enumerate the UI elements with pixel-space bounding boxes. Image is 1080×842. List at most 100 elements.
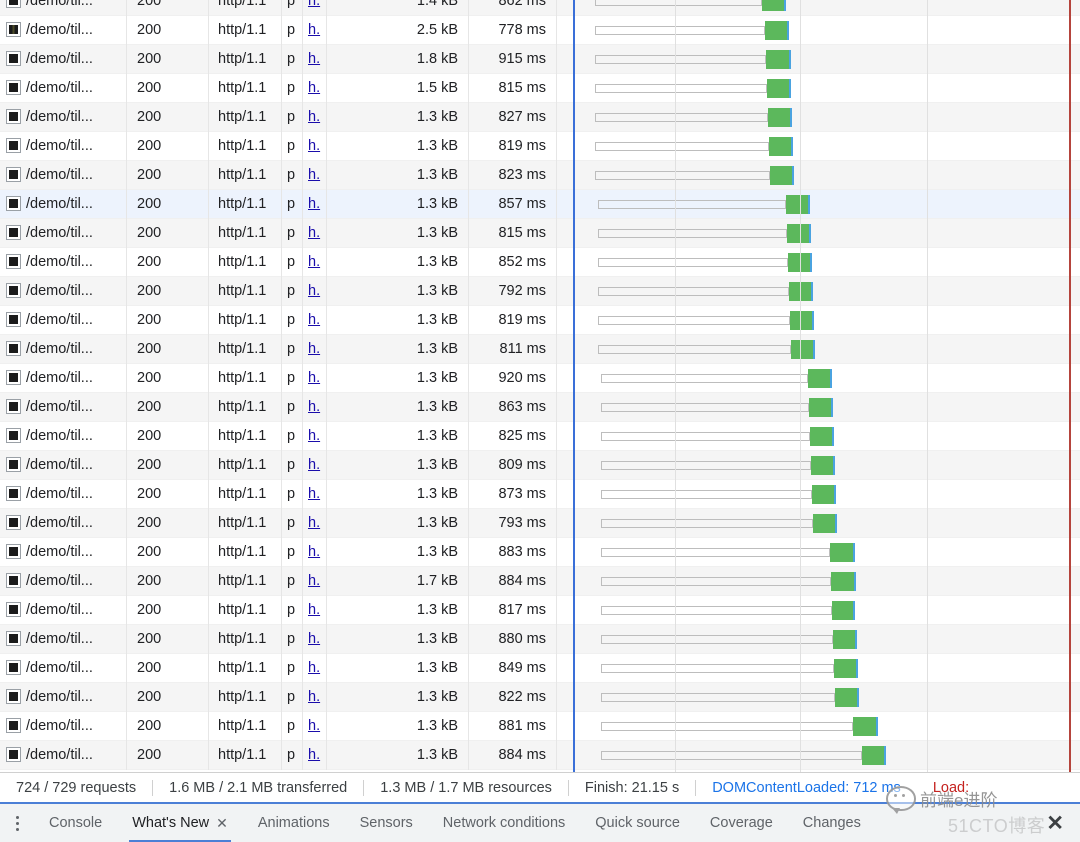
request-initiator-cell[interactable]: h. [302,422,326,451]
tab-close-icon[interactable]: ✕ [216,816,228,830]
drawer-tab-sensors[interactable]: Sensors [345,804,428,842]
initiator-link[interactable]: h. [308,138,320,154]
initiator-link[interactable]: h. [308,80,320,96]
request-name-cell[interactable]: /demo/til... [0,567,126,596]
table-row[interactable]: /demo/til... 200 http/1.1 p h. 1.3 kB 881 ms [0,712,1080,741]
initiator-link[interactable]: h. [308,573,320,589]
initiator-link[interactable]: h. [308,631,320,647]
initiator-link[interactable]: h. [308,312,320,328]
table-row[interactable]: /demo/til... 200 http/1.1 p h. 1.3 kB 873 ms [0,480,1080,509]
initiator-link[interactable]: h. [308,51,320,67]
drawer-tab-console[interactable]: Console [34,804,117,842]
network-request-table[interactable]: /demo/til... 200 http/1.1 p h. 1.4 kB 862 ms/d… [0,0,1080,772]
table-row[interactable]: /demo/til... 200 http/1.1 p h. 1.3 kB 819 ms [0,132,1080,161]
table-row[interactable]: /demo/til... 200 http/1.1 p h. 1.8 kB 915 ms [0,45,1080,74]
request-name-cell[interactable]: /demo/til... [0,422,126,451]
initiator-link[interactable]: h. [308,660,320,676]
request-initiator-cell[interactable]: h. [302,683,326,712]
request-initiator-cell[interactable]: h. [302,335,326,364]
initiator-link[interactable]: h. [308,457,320,473]
request-name-cell[interactable]: /demo/til... [0,393,126,422]
request-initiator-cell[interactable]: h. [302,16,326,45]
drawer-tab-changes[interactable]: Changes [788,804,876,842]
initiator-link[interactable]: h. [308,167,320,183]
initiator-link[interactable]: h. [308,747,320,763]
table-row[interactable]: /demo/til... 200 http/1.1 p h. 1.7 kB 884 ms [0,567,1080,596]
request-name-cell[interactable]: /demo/til... [0,0,126,16]
request-initiator-cell[interactable]: h. [302,509,326,538]
table-row[interactable]: /demo/til... 200 http/1.1 p h. 1.3 kB 809 ms [0,451,1080,480]
request-name-cell[interactable]: /demo/til... [0,103,126,132]
request-name-cell[interactable]: /demo/til... [0,538,126,567]
table-row[interactable]: /demo/til... 200 http/1.1 p h. 1.3 kB 793 ms [0,509,1080,538]
drawer-tab-network-conditions[interactable]: Network conditions [428,804,581,842]
request-initiator-cell[interactable]: h. [302,538,326,567]
initiator-link[interactable]: h. [308,283,320,299]
request-name-cell[interactable]: /demo/til... [0,712,126,741]
request-initiator-cell[interactable]: h. [302,132,326,161]
request-name-cell[interactable]: /demo/til... [0,335,126,364]
request-name-cell[interactable]: /demo/til... [0,45,126,74]
request-name-cell[interactable]: /demo/til... [0,683,126,712]
initiator-link[interactable]: h. [308,486,320,502]
request-name-cell[interactable]: /demo/til... [0,161,126,190]
initiator-link[interactable]: h. [308,544,320,560]
request-name-cell[interactable]: /demo/til... [0,190,126,219]
table-row[interactable]: /demo/til... 200 http/1.1 p h. 1.3 kB 857 ms [0,190,1080,219]
request-initiator-cell[interactable]: h. [302,74,326,103]
request-initiator-cell[interactable]: h. [302,103,326,132]
request-initiator-cell[interactable]: h. [302,364,326,393]
request-initiator-cell[interactable]: h. [302,45,326,74]
table-row[interactable]: /demo/til... 200 http/1.1 p h. 1.3 kB 825 ms [0,422,1080,451]
request-initiator-cell[interactable]: h. [302,161,326,190]
initiator-link[interactable]: h. [308,196,320,212]
request-name-cell[interactable]: /demo/til... [0,480,126,509]
table-row[interactable]: /demo/til... 200 http/1.1 p h. 1.3 kB 815 ms [0,219,1080,248]
request-name-cell[interactable]: /demo/til... [0,16,126,45]
table-row[interactable]: /demo/til... 200 http/1.1 p h. 1.3 kB 827 ms [0,103,1080,132]
initiator-link[interactable]: h. [308,0,320,9]
request-initiator-cell[interactable]: h. [302,393,326,422]
initiator-link[interactable]: h. [308,399,320,415]
table-row[interactable]: /demo/til... 200 http/1.1 p h. 1.3 kB 823 ms [0,161,1080,190]
drawer-more-options-icon[interactable] [0,804,34,842]
table-row[interactable]: /demo/til... 200 http/1.1 p h. 1.3 kB 884 ms [0,741,1080,770]
request-initiator-cell[interactable]: h. [302,625,326,654]
request-initiator-cell[interactable]: h. [302,277,326,306]
table-row[interactable]: /demo/til... 200 http/1.1 p h. 1.3 kB 883 ms [0,538,1080,567]
initiator-link[interactable]: h. [308,689,320,705]
request-name-cell[interactable]: /demo/til... [0,654,126,683]
table-row[interactable]: /demo/til... 200 http/1.1 p h. 1.3 kB 920 ms [0,364,1080,393]
initiator-link[interactable]: h. [308,515,320,531]
request-name-cell[interactable]: /demo/til... [0,451,126,480]
request-initiator-cell[interactable]: h. [302,0,326,16]
request-initiator-cell[interactable]: h. [302,219,326,248]
request-name-cell[interactable]: /demo/til... [0,277,126,306]
table-row[interactable]: /demo/til... 200 http/1.1 p h. 1.3 kB 817 ms [0,596,1080,625]
table-row[interactable]: /demo/til... 200 http/1.1 p h. 1.5 kB 815 ms [0,74,1080,103]
table-row[interactable]: /demo/til... 200 http/1.1 p h. 1.3 kB 880 ms [0,625,1080,654]
drawer-tab-quick-source[interactable]: Quick source [580,804,695,842]
request-name-cell[interactable]: /demo/til... [0,509,126,538]
initiator-link[interactable]: h. [308,718,320,734]
initiator-link[interactable]: h. [308,254,320,270]
request-name-cell[interactable]: /demo/til... [0,132,126,161]
request-initiator-cell[interactable]: h. [302,190,326,219]
request-initiator-cell[interactable]: h. [302,741,326,770]
drawer-tab-bar[interactable]: Console What's New ✕ Animations Sensors Netwo… [0,804,1080,842]
request-initiator-cell[interactable]: h. [302,306,326,335]
request-initiator-cell[interactable]: h. [302,248,326,277]
request-initiator-cell[interactable]: h. [302,596,326,625]
drawer-tab-coverage[interactable]: Coverage [695,804,788,842]
table-row[interactable]: /demo/til... 200 http/1.1 p h. 1.3 kB 852 ms [0,248,1080,277]
drawer-tab-animations[interactable]: Animations [243,804,345,842]
initiator-link[interactable]: h. [308,602,320,618]
drawer-tab-what-s-new[interactable]: What's New ✕ [117,804,243,842]
request-name-cell[interactable]: /demo/til... [0,596,126,625]
request-initiator-cell[interactable]: h. [302,451,326,480]
table-row[interactable]: /demo/til... 200 http/1.1 p h. 1.3 kB 819 ms [0,306,1080,335]
request-name-cell[interactable]: /demo/til... [0,306,126,335]
initiator-link[interactable]: h. [308,428,320,444]
table-row[interactable]: /demo/til... 200 http/1.1 p h. 1.4 kB 862 ms [0,0,1080,16]
initiator-link[interactable]: h. [308,341,320,357]
